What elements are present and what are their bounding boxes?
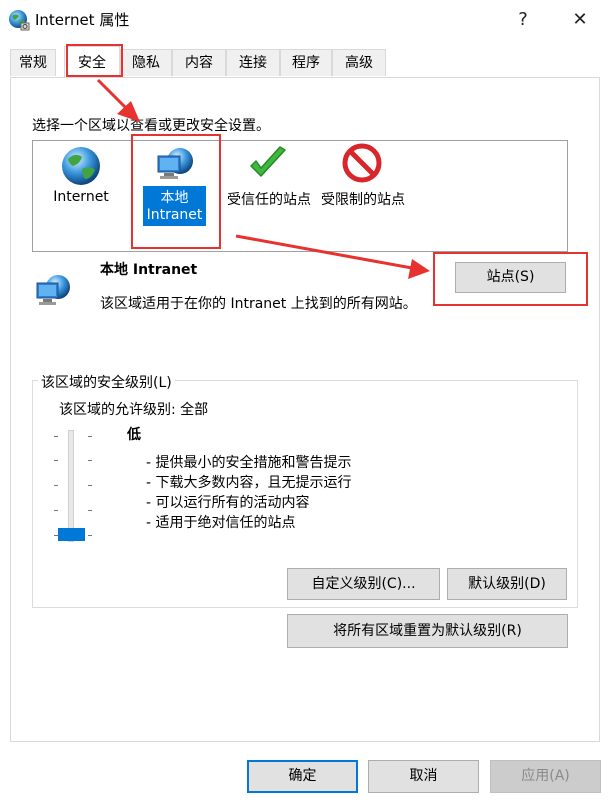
- annotation-arrows: [96, 78, 430, 279]
